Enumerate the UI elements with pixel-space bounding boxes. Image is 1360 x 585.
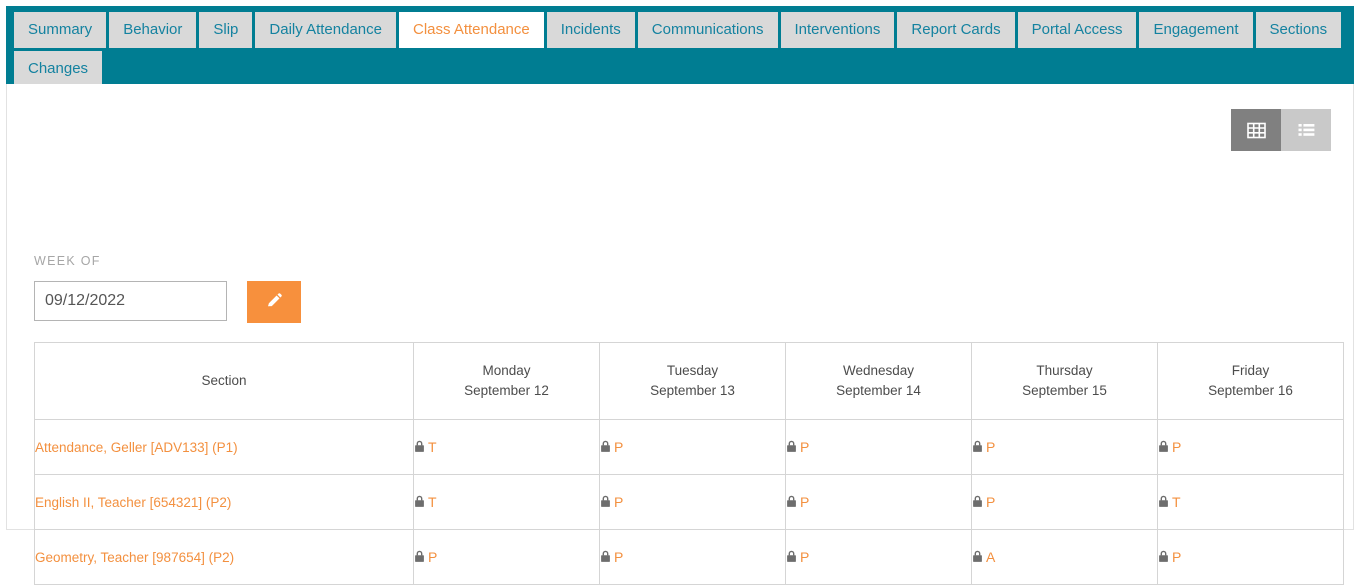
attendance-cell-thu[interactable]: P bbox=[972, 475, 1158, 530]
column-header-fri: FridaySeptember 16 bbox=[1158, 343, 1344, 420]
lock-icon bbox=[786, 495, 797, 511]
table-row: English II, Teacher [654321] (P2) T P P P T bbox=[35, 475, 1344, 530]
lock-icon bbox=[600, 550, 611, 566]
column-header-thu: ThursdaySeptember 15 bbox=[972, 343, 1158, 420]
column-header-dayname: Tuesday bbox=[600, 361, 785, 381]
tab-behavior[interactable]: Behavior bbox=[109, 12, 196, 48]
lock-icon bbox=[600, 440, 611, 456]
table-header-row: SectionMondaySeptember 12TuesdaySeptembe… bbox=[35, 343, 1344, 420]
attendance-code: P bbox=[614, 494, 623, 510]
column-header-date: September 14 bbox=[786, 381, 971, 401]
tab-engagement[interactable]: Engagement bbox=[1139, 12, 1252, 48]
table-row: Attendance, Geller [ADV133] (P1) T P P P P bbox=[35, 420, 1344, 475]
tab-summary[interactable]: Summary bbox=[14, 12, 106, 48]
tab-changes[interactable]: Changes bbox=[14, 51, 102, 87]
lock-icon bbox=[972, 495, 983, 511]
column-header-dayname: Monday bbox=[414, 361, 599, 381]
column-header-date: September 12 bbox=[414, 381, 599, 401]
view-toggle-group bbox=[1231, 109, 1331, 151]
column-header-tue: TuesdaySeptember 13 bbox=[600, 343, 786, 420]
attendance-cell-mon[interactable]: T bbox=[414, 420, 600, 475]
column-header-wed: WednesdaySeptember 14 bbox=[786, 343, 972, 420]
lock-icon bbox=[414, 495, 425, 511]
attendance-code: P bbox=[800, 494, 809, 510]
attendance-grid-wrapper: SectionMondaySeptember 12TuesdaySeptembe… bbox=[34, 342, 1330, 585]
attendance-code: P bbox=[614, 439, 623, 455]
lock-icon bbox=[786, 550, 797, 566]
tab-daily-attendance[interactable]: Daily Attendance bbox=[255, 12, 396, 48]
lock-icon bbox=[1158, 495, 1169, 511]
attendance-code: P bbox=[428, 549, 437, 565]
pencil-icon bbox=[265, 292, 283, 313]
attendance-code: P bbox=[614, 549, 623, 565]
lock-icon bbox=[414, 440, 425, 456]
attendance-code: P bbox=[986, 439, 995, 455]
column-header-date: September 16 bbox=[1158, 381, 1343, 401]
tab-strip: SummaryBehaviorSlipDaily AttendanceClass… bbox=[6, 6, 1354, 90]
tab-class-attendance[interactable]: Class Attendance bbox=[399, 12, 544, 48]
column-header-label: Section bbox=[35, 371, 413, 391]
tab-sections[interactable]: Sections bbox=[1256, 12, 1342, 48]
column-header-date: September 15 bbox=[972, 381, 1157, 401]
tab-row: SummaryBehaviorSlipDaily AttendanceClass… bbox=[6, 12, 1354, 90]
table-body: Attendance, Geller [ADV133] (P1)TPPPPEng… bbox=[35, 420, 1344, 585]
grid-view-icon bbox=[1247, 121, 1266, 140]
list-view-button[interactable] bbox=[1281, 109, 1331, 151]
attendance-cell-fri[interactable]: P bbox=[1158, 420, 1344, 475]
lock-icon bbox=[1158, 440, 1169, 456]
tab-communications[interactable]: Communications bbox=[638, 12, 778, 48]
column-header-dayname: Friday bbox=[1158, 361, 1343, 381]
class-attendance-table: SectionMondaySeptember 12TuesdaySeptembe… bbox=[34, 342, 1344, 585]
attendance-cell-tue[interactable]: P bbox=[600, 420, 786, 475]
attendance-cell-thu[interactable]: P bbox=[972, 420, 1158, 475]
attendance-cell-wed[interactable]: P bbox=[786, 475, 972, 530]
column-header-section: Section bbox=[35, 343, 414, 420]
attendance-code: P bbox=[1172, 549, 1181, 565]
tab-interventions[interactable]: Interventions bbox=[781, 12, 895, 48]
list-view-icon bbox=[1297, 121, 1316, 140]
attendance-code: T bbox=[1172, 494, 1181, 510]
edit-attendance-button[interactable] bbox=[247, 281, 301, 323]
page-root: SummaryBehaviorSlipDaily AttendanceClass… bbox=[0, 0, 1360, 538]
column-header-date: September 13 bbox=[600, 381, 785, 401]
section-link[interactable]: English II, Teacher [654321] (P2) bbox=[35, 475, 414, 530]
attendance-code: P bbox=[800, 549, 809, 565]
section-link[interactable]: Attendance, Geller [ADV133] (P1) bbox=[35, 420, 414, 475]
week-of-date-input[interactable] bbox=[34, 281, 227, 321]
grid-view-button[interactable] bbox=[1231, 109, 1281, 151]
lock-icon bbox=[1158, 550, 1169, 566]
lock-icon bbox=[786, 440, 797, 456]
tab-report-cards[interactable]: Report Cards bbox=[897, 12, 1014, 48]
attendance-code: T bbox=[428, 494, 437, 510]
lock-icon bbox=[972, 550, 983, 566]
lock-icon bbox=[972, 440, 983, 456]
week-of-label: WEEK OF bbox=[34, 254, 101, 268]
attendance-cell-wed[interactable]: P bbox=[786, 420, 972, 475]
table-head: SectionMondaySeptember 12TuesdaySeptembe… bbox=[35, 343, 1344, 420]
tab-incidents[interactable]: Incidents bbox=[547, 12, 635, 48]
lock-icon bbox=[414, 550, 425, 566]
tab-portal-access[interactable]: Portal Access bbox=[1018, 12, 1137, 48]
column-header-dayname: Wednesday bbox=[786, 361, 971, 381]
content-panel: WEEK OF SectionMondaySeptember 12Tuesday… bbox=[6, 84, 1354, 530]
week-of-row bbox=[34, 281, 301, 323]
column-header-mon: MondaySeptember 12 bbox=[414, 343, 600, 420]
attendance-code: P bbox=[1172, 439, 1181, 455]
attendance-code: T bbox=[428, 439, 437, 455]
column-header-dayname: Thursday bbox=[972, 361, 1157, 381]
attendance-code: P bbox=[800, 439, 809, 455]
attendance-code: P bbox=[986, 494, 995, 510]
lock-icon bbox=[600, 495, 611, 511]
attendance-cell-tue[interactable]: P bbox=[600, 475, 786, 530]
attendance-cell-mon[interactable]: T bbox=[414, 475, 600, 530]
attendance-code: A bbox=[986, 549, 995, 565]
attendance-cell-fri[interactable]: T bbox=[1158, 475, 1344, 530]
tab-slip[interactable]: Slip bbox=[199, 12, 252, 48]
